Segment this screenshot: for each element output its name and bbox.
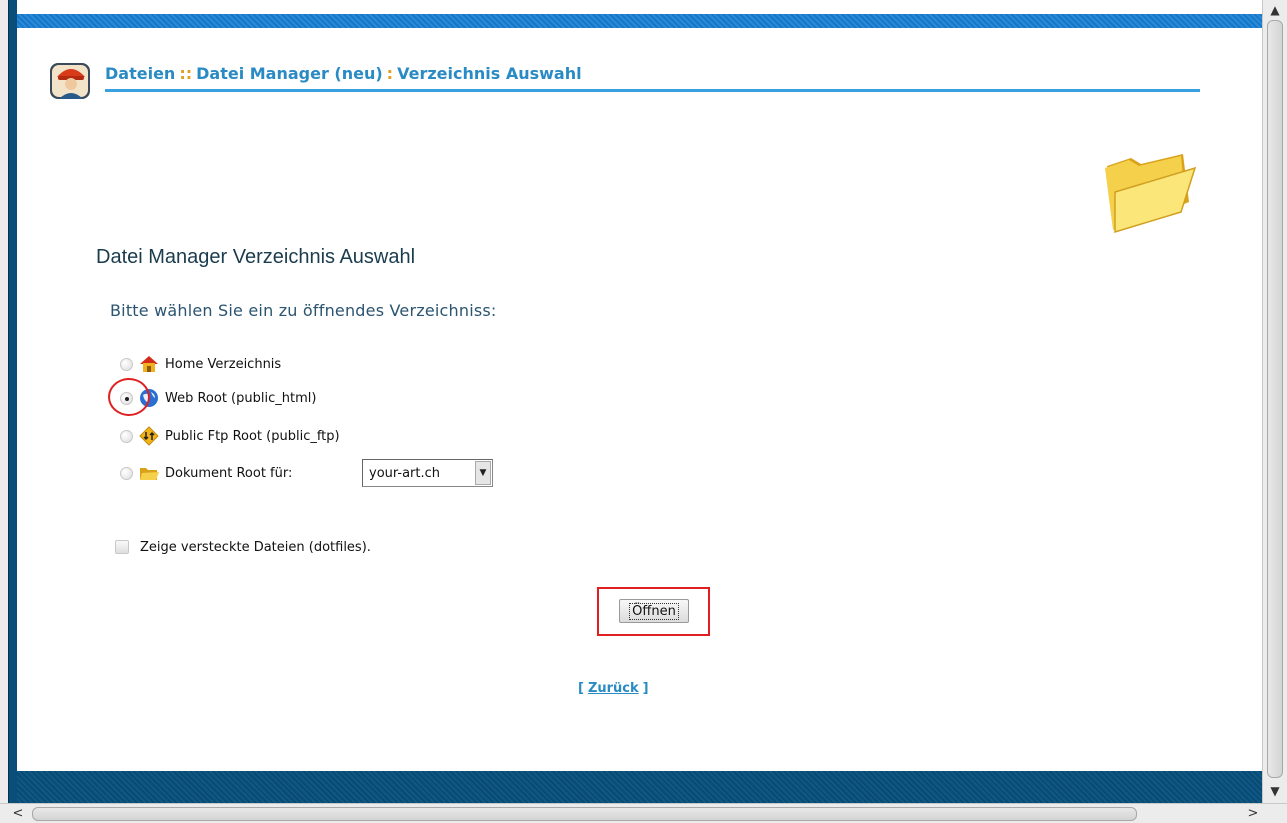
breadcrumb-item-dateien[interactable]: Dateien [105,64,175,83]
vertical-scroll-thumb[interactable] [1267,20,1283,778]
open-button[interactable]: Öffnen [619,599,689,623]
show-hidden-files-label: Zeige versteckte Dateien (dotfiles). [140,539,371,555]
frame-left-border [8,0,17,803]
document-root-select[interactable]: your-art.ch ▼ [362,459,493,487]
radio-home-directory[interactable] [120,357,133,371]
bracket-open: [ [578,681,584,696]
folder-icon [140,468,159,480]
header-divider [105,89,1200,92]
top-banner-stripe [17,14,1262,28]
home-icon [140,356,158,372]
open-folder-icon [1105,154,1197,234]
option-home-directory[interactable]: Home Verzeichnis [120,352,281,376]
browser-viewport: Dateien:: Datei Manager (neu): Verzeichnis… [0,0,1287,823]
vertical-scrollbar[interactable]: ▲ ▼ [1262,0,1287,803]
back-link-wrapper: [ Zurück] [578,681,649,696]
scroll-left-icon[interactable]: < [8,804,28,823]
open-button-label: Öffnen [629,602,679,620]
select-value: your-art.ch [369,465,441,481]
scroll-up-icon[interactable]: ▲ [1263,0,1287,20]
ftp-icon [139,426,159,446]
horizontal-scroll-thumb[interactable] [32,807,1137,821]
horizontal-scrollbar[interactable]: < > [0,803,1287,823]
radio-document-root[interactable] [120,466,133,480]
breadcrumb: Dateien:: Datei Manager (neu): Verzeichnis… [105,64,582,83]
breadcrumb-item-file-manager[interactable]: Datei Manager (neu) [196,64,383,83]
option-public-ftp-root[interactable]: Public Ftp Root (public_ftp) [120,424,340,448]
show-hidden-files-option[interactable]: Zeige versteckte Dateien (dotfiles). [115,537,371,557]
user-avatar-icon [50,63,90,99]
radio-public-ftp-root[interactable] [120,429,133,443]
breadcrumb-item-directory-selection: Verzeichnis Auswahl [397,64,582,83]
option-label: Dokument Root für: [165,465,293,481]
annotation-circle [108,378,150,416]
page-content: Dateien:: Datei Manager (neu): Verzeichnis… [17,0,1262,803]
option-document-root[interactable]: Dokument Root für: [120,461,292,485]
option-label: Public Ftp Root (public_ftp) [165,428,340,444]
show-hidden-files-checkbox[interactable] [115,540,129,554]
bracket-close: ] [642,681,649,696]
bottom-banner-stripe [17,771,1262,803]
chevron-down-icon[interactable]: ▼ [475,461,491,485]
option-label: Home Verzeichnis [165,356,282,372]
option-label: Web Root (public_html) [165,390,317,406]
selection-prompt: Bitte wählen Sie ein zu öffnendes Verzei… [110,301,497,320]
scroll-right-icon[interactable]: > [1243,804,1263,823]
back-link[interactable]: Zurück [588,681,639,696]
breadcrumb-separator: :: [179,64,193,83]
page-title: Datei Manager Verzeichnis Auswahl [96,246,416,268]
breadcrumb-separator: : [386,64,394,83]
scroll-down-icon[interactable]: ▼ [1263,781,1287,801]
